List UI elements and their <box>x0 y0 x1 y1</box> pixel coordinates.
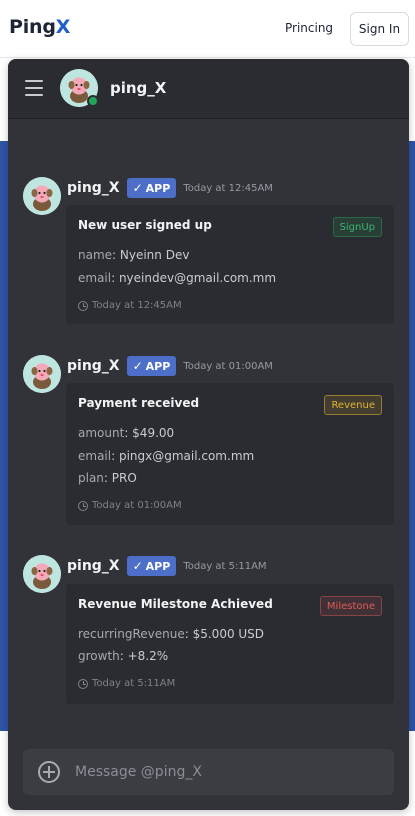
embed-footer-time: Today at 5:11AM <box>78 678 175 689</box>
nav-link-pricing[interactable]: Princing <box>285 21 333 35</box>
embed-field: recurringRevenue: $5.000 USD <box>78 627 265 641</box>
event-tag: SignUp <box>332 217 382 237</box>
logo-main: Ping <box>9 16 56 38</box>
message-timestamp: Today at 12:45AM <box>183 182 273 194</box>
chat-header: ping_X <box>8 59 409 119</box>
logo[interactable]: PingX <box>9 16 70 38</box>
message-item: ping_X ✓ APP Today at 01:00AM Payment rec… <box>23 355 395 525</box>
message-author[interactable]: ping_X <box>67 358 120 374</box>
embed-footer-time: Today at 01:00AM <box>78 500 182 511</box>
clock-icon <box>78 678 88 689</box>
event-tag: Revenue <box>324 395 382 415</box>
event-embed: Revenue Milestone Achieved Milestone rec… <box>66 584 394 704</box>
embed-field: amount: $49.00 <box>78 426 175 440</box>
message-composer <box>23 749 394 795</box>
message-timestamp: Today at 01:00AM <box>183 360 273 372</box>
sign-in-button[interactable]: Sign In <box>350 12 409 46</box>
embed-field: name: Nyeinn Dev <box>78 248 190 262</box>
embed-field: email: nyeindev@gmail.com.mm <box>78 271 277 285</box>
message-input[interactable] <box>75 759 375 785</box>
event-embed: Payment received Revenue amount: $49.00 … <box>66 383 394 525</box>
embed-title: Revenue Milestone Achieved <box>78 597 273 611</box>
embed-field: plan: PRO <box>78 471 137 485</box>
message-author[interactable]: ping_X <box>67 558 120 574</box>
event-tag: Milestone <box>319 596 382 616</box>
avatar <box>23 355 61 393</box>
message-timestamp: Today at 5:11AM <box>183 560 267 572</box>
top-navbar: PingX Princing Sign In <box>0 0 415 58</box>
channel-name: ping_X <box>110 79 167 97</box>
add-attachment-icon[interactable] <box>38 761 60 783</box>
message-item: ping_X ✓ APP Today at 12:45AM New user si… <box>23 177 395 327</box>
clock-icon <box>78 500 88 511</box>
chat-window: ping_X ping_X ✓ APP Today at 12:45AM New … <box>8 59 409 810</box>
logo-accent: X <box>55 16 71 38</box>
app-badge: ✓ APP <box>126 178 177 198</box>
online-status-dot <box>87 95 99 107</box>
message-item: ping_X ✓ APP Today at 5:11AM Revenue Mile… <box>23 555 395 705</box>
event-embed: New user signed up SignUp name: Nyeinn D… <box>66 205 394 324</box>
embed-title: Payment received <box>78 396 200 410</box>
app-badge: ✓ APP <box>126 556 177 576</box>
embed-field: email: pingx@gmail.com.mm <box>78 449 255 463</box>
avatar <box>23 555 61 593</box>
embed-field: growth: +8.2% <box>78 649 169 663</box>
menu-icon[interactable] <box>25 80 43 96</box>
avatar <box>23 177 61 215</box>
embed-title: New user signed up <box>78 218 212 232</box>
message-author[interactable]: ping_X <box>67 180 120 196</box>
check-icon: ✓ <box>132 559 143 573</box>
check-icon: ✓ <box>132 359 143 373</box>
check-icon: ✓ <box>132 181 143 195</box>
app-badge: ✓ APP <box>126 356 177 376</box>
clock-icon <box>78 300 88 311</box>
embed-footer-time: Today at 12:45AM <box>78 300 182 311</box>
